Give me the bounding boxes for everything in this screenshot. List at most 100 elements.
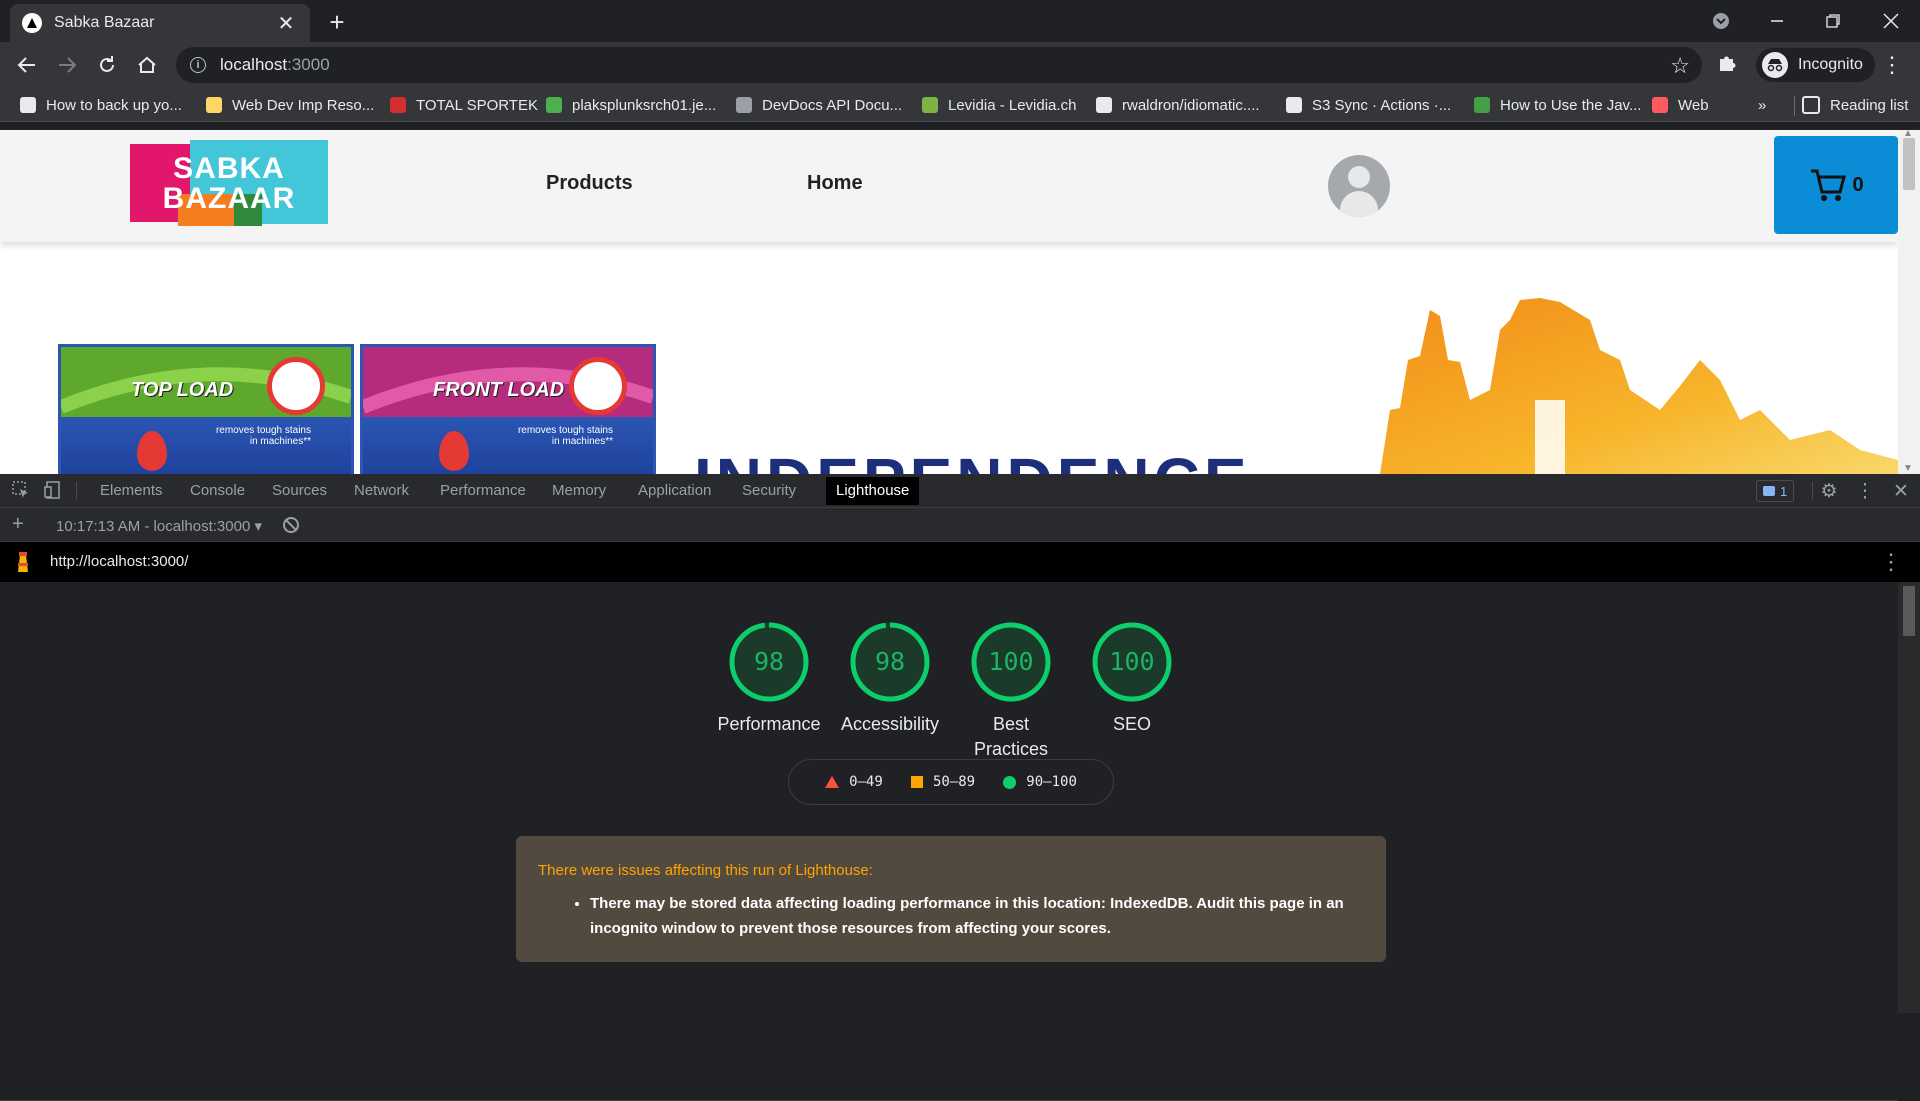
react-favicon-icon <box>22 13 42 33</box>
warning-title: There were issues affecting this run of … <box>538 862 873 879</box>
bookmark-label: TOTAL SPORTEK <box>416 96 538 114</box>
devtools-tab-console[interactable]: Console <box>180 474 255 508</box>
lighthouse-warning-box: There were issues affecting this run of … <box>516 836 1386 962</box>
nav-home-link[interactable]: Home <box>807 172 863 195</box>
home-button[interactable] <box>130 48 164 82</box>
score-label: Best Practices <box>973 714 1049 759</box>
devtools-tabbar: 1 ⚙ ⋮ ✕ Elements Console Sources Network Per… <box>0 474 1920 508</box>
close-devtools-icon[interactable]: ✕ <box>1890 480 1912 503</box>
lighthouse-logo-icon <box>18 552 28 572</box>
bookmark-label: Levidia - Levidia.ch <box>948 96 1077 114</box>
score-gauge-seo[interactable]: 100 SEO <box>1062 622 1202 737</box>
banner-heading: INDEPENDENCE <box>694 444 1251 474</box>
lighthouse-scrollbar[interactable] <box>1898 582 1920 1013</box>
reload-icon <box>100 56 114 72</box>
site-info-icon[interactable]: i <box>190 57 206 73</box>
score-value: 100 <box>1109 647 1155 676</box>
offer-banner[interactable]: TOP LOAD removes tough stains in machines… <box>0 290 1898 474</box>
report-url[interactable]: http://localhost:3000/ <box>50 553 188 570</box>
devtools-tab-application[interactable]: Application <box>628 474 721 508</box>
lighthouse-url-bar: http://localhost:3000/ ⋮ <box>0 542 1920 582</box>
browser-tab[interactable]: Sabka Bazaar ✕ <box>10 4 310 42</box>
forward-button[interactable] <box>50 48 84 82</box>
extensions-puzzle-icon[interactable] <box>1716 52 1738 80</box>
devtools-separator <box>1812 482 1813 500</box>
address-bar[interactable]: i localhost:3000 ☆ <box>176 47 1702 83</box>
issues-count: 1 <box>1780 483 1788 499</box>
back-button[interactable] <box>10 48 44 82</box>
pack2-label: FRONT LOAD <box>433 379 565 401</box>
address-url: localhost:3000 <box>220 55 330 74</box>
bookmarks-overflow-button[interactable]: » <box>1758 94 1766 116</box>
score-gauge-accessibility[interactable]: 98 Accessibility <box>820 622 960 737</box>
bookmark-item[interactable]: plaksplunksrch01.je... <box>546 94 716 116</box>
close-window-button[interactable] <box>1866 0 1916 42</box>
bookmark-item[interactable]: How to Use the Jav... <box>1474 94 1641 116</box>
minimize-button[interactable] <box>1752 0 1802 42</box>
devtools-tab-memory[interactable]: Memory <box>542 474 616 508</box>
terminal-icon <box>546 97 562 113</box>
report-menu-icon[interactable]: ⋮ <box>1880 549 1902 575</box>
bookmark-item[interactable]: S3 Sync · Actions ·... <box>1286 94 1451 116</box>
bookmark-item[interactable]: TOTAL SPORTEK <box>390 94 538 116</box>
settings-gear-icon[interactable]: ⚙ <box>1818 480 1840 503</box>
score-gauge-performance[interactable]: 98 Performance <box>699 622 839 737</box>
tab-search-button[interactable] <box>1696 0 1746 42</box>
score-value: 98 <box>753 647 785 676</box>
warning-list: There may be stored data affecting loadi… <box>590 891 1364 941</box>
incognito-icon <box>1762 52 1788 78</box>
pack1-small2: in machines** <box>249 436 311 447</box>
pack1-label: TOP LOAD <box>131 379 234 401</box>
browser-menu-icon[interactable]: ⋮ <box>1880 52 1904 78</box>
bookmark-item[interactable]: rwaldron/idiomatic.... <box>1096 94 1260 116</box>
devtools-tab-performance[interactable]: Performance <box>430 474 536 508</box>
score-gauge-best-practices[interactable]: 100 Best Practices <box>941 622 1081 762</box>
issues-badge[interactable]: 1 <box>1756 480 1795 502</box>
inspect-element-icon[interactable] <box>11 481 31 501</box>
chevron-down-icon <box>1713 13 1729 29</box>
bookmark-item[interactable]: DevDocs API Docu... <box>736 94 902 116</box>
device-toolbar-icon[interactable] <box>43 481 63 501</box>
arrow-left-icon <box>17 57 35 73</box>
bookmark-item[interactable]: Web Dev Imp Reso... <box>206 94 374 116</box>
bookmark-item[interactable]: Web <box>1652 94 1709 116</box>
nav-products-link[interactable]: Products <box>546 172 633 195</box>
devtools-tab-lighthouse[interactable]: Lighthouse <box>826 477 920 505</box>
bookmark-item[interactable]: Levidia - Levidia.ch <box>922 94 1076 116</box>
square-icon <box>910 776 923 788</box>
cart-button[interactable]: 0 <box>1774 136 1898 234</box>
reading-list-icon <box>1802 96 1820 114</box>
circle-icon <box>1003 775 1017 789</box>
bookmark-label: plaksplunksrch01.je... <box>572 96 717 114</box>
reading-list-label: Reading list <box>1830 96 1909 114</box>
score-label: Performance <box>717 714 821 734</box>
restore-button[interactable] <box>1808 0 1858 42</box>
github-icon <box>1096 97 1112 113</box>
page-scrollbar[interactable]: ▲ ▼ <box>1898 130 1920 474</box>
devtools-tab-sources[interactable]: Sources <box>262 474 337 508</box>
restore-icon <box>1826 14 1840 28</box>
legend-range: 50–89 <box>932 774 976 790</box>
bookmark-star-icon[interactable]: ☆ <box>1670 53 1690 79</box>
pack2-small: removes tough stains <box>517 425 613 436</box>
clear-reports-icon[interactable] <box>283 517 299 533</box>
lighthouse-report: 0–49 50–89 90–100 There were issues affect… <box>0 582 1898 1101</box>
close-tab-icon[interactable]: ✕ <box>274 11 298 36</box>
devtools-tab-security[interactable]: Security <box>732 474 806 508</box>
top-load-pack-image: TOP LOAD removes tough stains in machines… <box>58 344 354 474</box>
reading-list-button[interactable]: Reading list <box>1794 94 1908 116</box>
user-avatar-icon[interactable] <box>1328 155 1390 217</box>
bookmark-item[interactable]: How to back up yo... <box>20 94 182 116</box>
devtools-tab-network[interactable]: Network <box>344 474 419 508</box>
devtools-tab-elements[interactable]: Elements <box>90 474 173 508</box>
report-select[interactable]: 10:17:13 AM - localhost:3000 ▾ <box>56 517 262 535</box>
new-tab-button[interactable]: + <box>322 8 352 38</box>
browser-toolbar: i localhost:3000 ☆ Incognito ⋮ <box>0 42 1920 88</box>
incognito-profile-button[interactable]: Incognito <box>1756 48 1875 82</box>
new-report-button[interactable]: + <box>12 513 24 536</box>
sabka-bazaar-logo[interactable]: SABKA BAZAAR <box>130 140 328 226</box>
cart-icon <box>1811 169 1847 201</box>
devtools-menu-icon[interactable]: ⋮ <box>1854 480 1876 503</box>
reload-button[interactable] <box>90 48 124 82</box>
legend-range: 0–49 <box>849 774 883 790</box>
